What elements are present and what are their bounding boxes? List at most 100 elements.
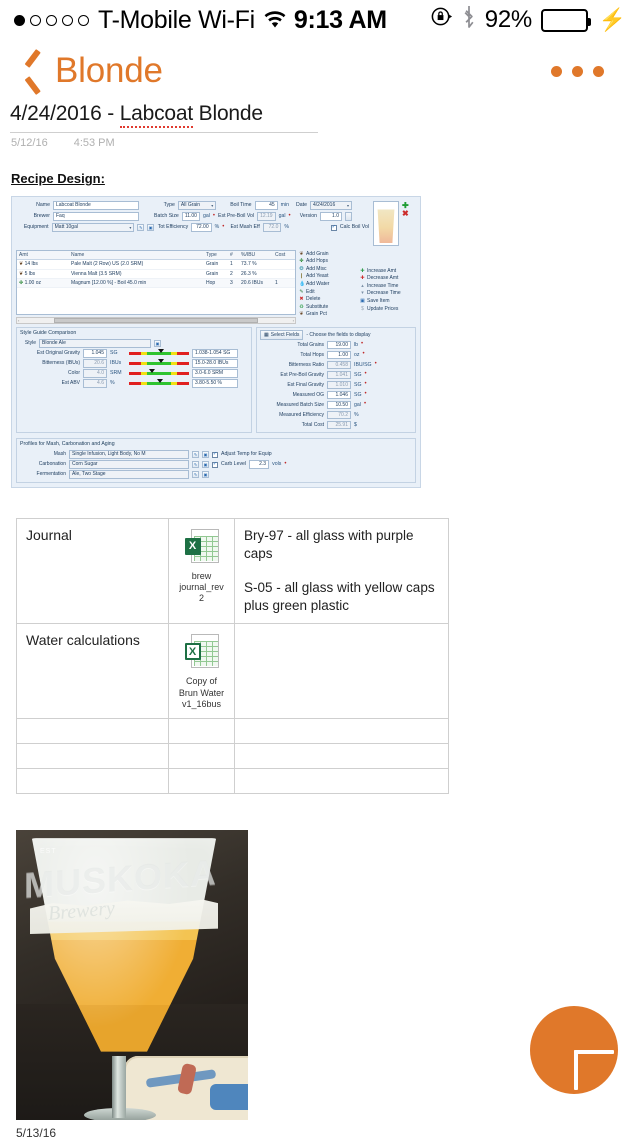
menu-item-delete[interactable]: ✖ Delete	[299, 296, 358, 304]
style-guide-row: Est Original Gravity 1.045 SG 1.038-1.05…	[20, 348, 248, 359]
carbonation-edit-button[interactable]: ✎	[192, 461, 199, 468]
row-file-cell[interactable]: X brew journal_rev2	[168, 517, 235, 625]
field-value[interactable]: 1.00	[327, 350, 351, 360]
menu-item-update-prices[interactable]: $ Update Prices	[360, 305, 416, 313]
back-button[interactable]: Blonde	[24, 51, 163, 91]
scroll-right-arrow[interactable]: ›	[293, 318, 294, 323]
field-label: Measured Batch Size	[276, 401, 324, 408]
style-guide-row: Color 4.0 SRM 3.0-6.0 SRM	[20, 368, 248, 379]
menu-item-save-item[interactable]: ▣ Save Item	[360, 297, 416, 305]
batch-size-field[interactable]: 11.00	[181, 212, 200, 221]
menu-item-decrease-amt[interactable]: ✚ Decrease Amt	[360, 275, 416, 283]
ingredient-grid[interactable]: Amt Name Type # %/IBU Cost ❦ 14 lbs Pale…	[16, 250, 296, 315]
carb-level-label: Carb Level	[221, 461, 247, 468]
equipment-edit-button[interactable]: ✎	[137, 224, 145, 231]
equipment-field[interactable]: Matt 10gal ▾	[51, 223, 135, 232]
select-fields-label: Select Fields	[270, 331, 300, 338]
field-value: 1.041	[327, 370, 351, 380]
field-row: Measured OG 1.046 SG •	[260, 390, 412, 400]
est-mash-eff-label: Est Mash Eff	[230, 224, 260, 231]
brewer-field[interactable]: Faq	[53, 212, 139, 221]
field-value[interactable]: 1.046	[327, 390, 351, 400]
mash-edit-button[interactable]: ✎	[192, 451, 199, 458]
type-field[interactable]: All Grain ▾	[177, 201, 217, 210]
menu-item-increase-time[interactable]: ▴ Increase Time	[360, 282, 416, 290]
glass-stem	[112, 1056, 126, 1119]
menu-item-add-yeast[interactable]: ❙ Add Yeast	[299, 273, 358, 281]
menu-item-add-hops[interactable]: ✤ Add Hops	[299, 258, 358, 266]
select-fields-button[interactable]: ▦ Select Fields	[260, 329, 304, 341]
add-note-button[interactable]	[530, 1006, 618, 1094]
tot-efficiency-field[interactable]: 72.00	[191, 223, 212, 232]
menu-label: Delete	[306, 296, 321, 303]
adjust-temp-checkbox[interactable]: ✓	[212, 451, 218, 458]
scroll-left-arrow[interactable]: ‹	[18, 318, 19, 323]
batch-size-label: Batch Size	[154, 213, 179, 220]
recipe-design-screenshot[interactable]: Name Labcoat Blonde Brewer Faq Equipment…	[11, 196, 421, 488]
fermentation-select[interactable]: Ale, Two Stage	[69, 470, 189, 479]
amount-action-menu[interactable]: ✚ Increase Amt ✚ Decrease Amt ▴ Increase Ti…	[358, 250, 416, 324]
mash-select[interactable]: Single Infusion, Light Body, No M	[69, 450, 189, 459]
fermentation-open-button[interactable]: ▣	[202, 471, 209, 478]
more-options-button[interactable]	[551, 65, 616, 77]
table-row[interactable]: ❦ 14 lbs Pale Malt (2 Row) US (2.0 SRM) …	[17, 260, 295, 270]
equipment-open-button[interactable]: ▣	[147, 224, 154, 231]
menu-label: Add Water	[306, 281, 330, 288]
batch-size-unit: gal	[202, 213, 210, 220]
scrollbar-thumb[interactable]	[53, 318, 259, 323]
remove-recipe-icon[interactable]: ✖	[402, 210, 409, 218]
fermentation-edit-button[interactable]: ✎	[192, 471, 199, 478]
sg-value[interactable]: 1.045	[83, 349, 107, 358]
style-guide-row: Bitterness (IBUs) 20.6 IBUs 15.0-28.0 IB…	[20, 358, 248, 369]
menu-item-substitute[interactable]: ♻ Substitute	[299, 303, 358, 311]
menu-item-add-grain[interactable]: ❦ Add Grain	[299, 250, 358, 258]
field-label: Est Pre-Boil Gravity	[280, 371, 324, 378]
menu-item-add-misc[interactable]: ❂ Add Misc	[299, 265, 358, 273]
est-mash-eff-field: 72.0	[262, 223, 282, 232]
ingredient-grid-scrollbar[interactable]: ‹ ›	[16, 317, 296, 324]
note-title-row[interactable]: 4/24/2016 - Labcoat Blonde	[8, 102, 632, 129]
carbonation-open-button[interactable]: ▣	[202, 461, 209, 468]
carbonation-select[interactable]: Corn Sugar	[69, 460, 189, 469]
col-pct: %/IBU	[241, 252, 256, 258]
field-unit: $	[354, 421, 357, 428]
menu-item-increase-amt[interactable]: ✚ Increase Amt	[360, 267, 416, 275]
menu-item-edit[interactable]: ✎ Edit	[299, 288, 358, 296]
version-field[interactable]: 1.0	[320, 212, 342, 221]
menu-label: Decrease Time	[367, 290, 401, 297]
menu-item-decrease-time[interactable]: ▾ Decrease Time	[360, 290, 416, 298]
carb-level-checkbox[interactable]: ✓	[212, 461, 218, 468]
recipe-date-fields: Date 4/24/2016 ▾ Version 1.0 ✓ Calc Boil…	[289, 201, 369, 246]
calc-boil-vol-checkbox[interactable]: ✓	[330, 224, 337, 231]
row-file-cell[interactable]: X Copy of Brun Water v1_16bus	[168, 623, 235, 720]
decrease-time-icon: ▾	[361, 290, 364, 297]
table-row[interactable]: ❦ 5 lbs Vienna Malt (3.5 SRM) Grain 2 26…	[17, 270, 295, 279]
version-stepper[interactable]	[345, 212, 352, 221]
mash-open-button[interactable]: ▣	[202, 451, 209, 458]
menu-label: Edit	[306, 288, 315, 295]
boil-time-field[interactable]: 45	[254, 201, 278, 210]
menu-label: Add Misc	[306, 265, 327, 272]
field-value[interactable]: 10.50	[327, 400, 351, 410]
hop-icon: ✤	[19, 279, 24, 286]
field-value[interactable]: 19.00	[327, 340, 351, 350]
beer-glass-photo[interactable]: EST MUSKOKA Brewery	[16, 830, 248, 1121]
name-field[interactable]: Labcoat Blonde	[53, 201, 139, 210]
row-cost	[273, 273, 295, 275]
row-num: 3	[230, 279, 233, 286]
hop-icon: ✤	[299, 258, 304, 265]
ingredient-action-menu[interactable]: ❦ Add Grain ✤ Add Hops ❂ Add Misc ❙ Add Yeas…	[296, 250, 358, 324]
menu-item-grain-pct[interactable]: ❦ Grain Pct	[299, 311, 358, 319]
row-name: Magnum [12.00 %] - Boil 45.0 min	[71, 279, 147, 286]
menu-item-add-water[interactable]: 💧 Add Water	[299, 280, 358, 288]
date-field[interactable]: 4/24/2016 ▾	[310, 201, 352, 210]
style-edit-button[interactable]: ▣	[154, 340, 161, 347]
chevron-down-icon: ▾	[211, 203, 214, 208]
sg-range-slider	[129, 358, 189, 366]
note-title: 4/24/2016 - Labcoat Blonde	[8, 102, 265, 129]
row-label-cell: Journal	[16, 517, 169, 625]
table-row[interactable]: ✤ 1.00 oz Magnum [12.00 %] - Boil 45.0 m…	[17, 278, 295, 288]
carb-level-field[interactable]: 2.3	[249, 460, 270, 469]
sg-value: 20.6	[83, 359, 107, 368]
style-select[interactable]: Blonde Ale	[39, 339, 151, 348]
